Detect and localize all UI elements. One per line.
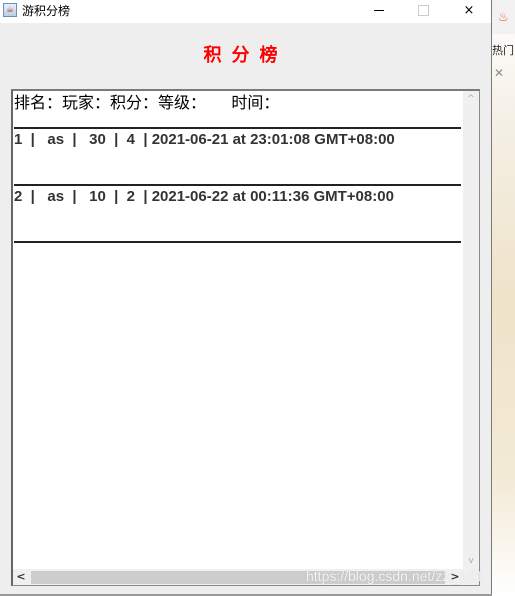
scroll-down-icon[interactable]: v bbox=[463, 553, 479, 569]
leaderboard-scrollpane: 排名：玩家：积分：等级： 时间： 1 | as | 30 | 4 | 2021-… bbox=[11, 89, 480, 586]
fire-icon: ♨ bbox=[498, 10, 509, 24]
divider bbox=[14, 127, 461, 129]
leaderboard-window: ☕ 游积分榜 × 积分榜 排名：玩家：积分：等级： 时间： 1 | as | 3… bbox=[0, 0, 492, 596]
leaderboard-heading: 积分榜 bbox=[203, 45, 288, 66]
leaderboard-row: 1 | as | 30 | 4 | 2021-06-21 at 23:01:08… bbox=[14, 131, 395, 148]
leaderboard-row: 2 | as | 10 | 2 | 2021-06-22 at 00:11:36… bbox=[14, 188, 394, 205]
close-icon: × bbox=[463, 3, 475, 18]
close-button[interactable]: × bbox=[446, 0, 492, 23]
java-app-icon: ☕ bbox=[3, 3, 17, 17]
scroll-left-icon[interactable]: < bbox=[13, 569, 29, 585]
maximize-icon bbox=[417, 5, 429, 16]
window-title: 游积分榜 bbox=[22, 4, 71, 18]
maximize-button[interactable] bbox=[400, 0, 446, 23]
title-bar: ☕ 游积分榜 × bbox=[0, 0, 491, 23]
divider bbox=[14, 241, 461, 243]
background-hot-label: 热门 bbox=[492, 44, 514, 57]
watermark: https://blog.csdn.net/zzl_101 bbox=[306, 568, 484, 584]
desktop-background bbox=[492, 0, 515, 596]
minimize-button[interactable] bbox=[356, 0, 402, 23]
column-header-row: 排名：玩家：积分：等级： 时间： bbox=[14, 93, 280, 112]
vertical-scrollbar[interactable]: ^ v bbox=[463, 91, 479, 569]
minimize-icon bbox=[374, 10, 384, 11]
background-close-icon: ✕ bbox=[494, 66, 505, 80]
divider bbox=[14, 184, 461, 186]
leaderboard-text-area[interactable]: 排名：玩家：积分：等级： 时间： 1 | as | 30 | 4 | 2021-… bbox=[13, 91, 463, 569]
scroll-up-icon[interactable]: ^ bbox=[463, 91, 479, 107]
